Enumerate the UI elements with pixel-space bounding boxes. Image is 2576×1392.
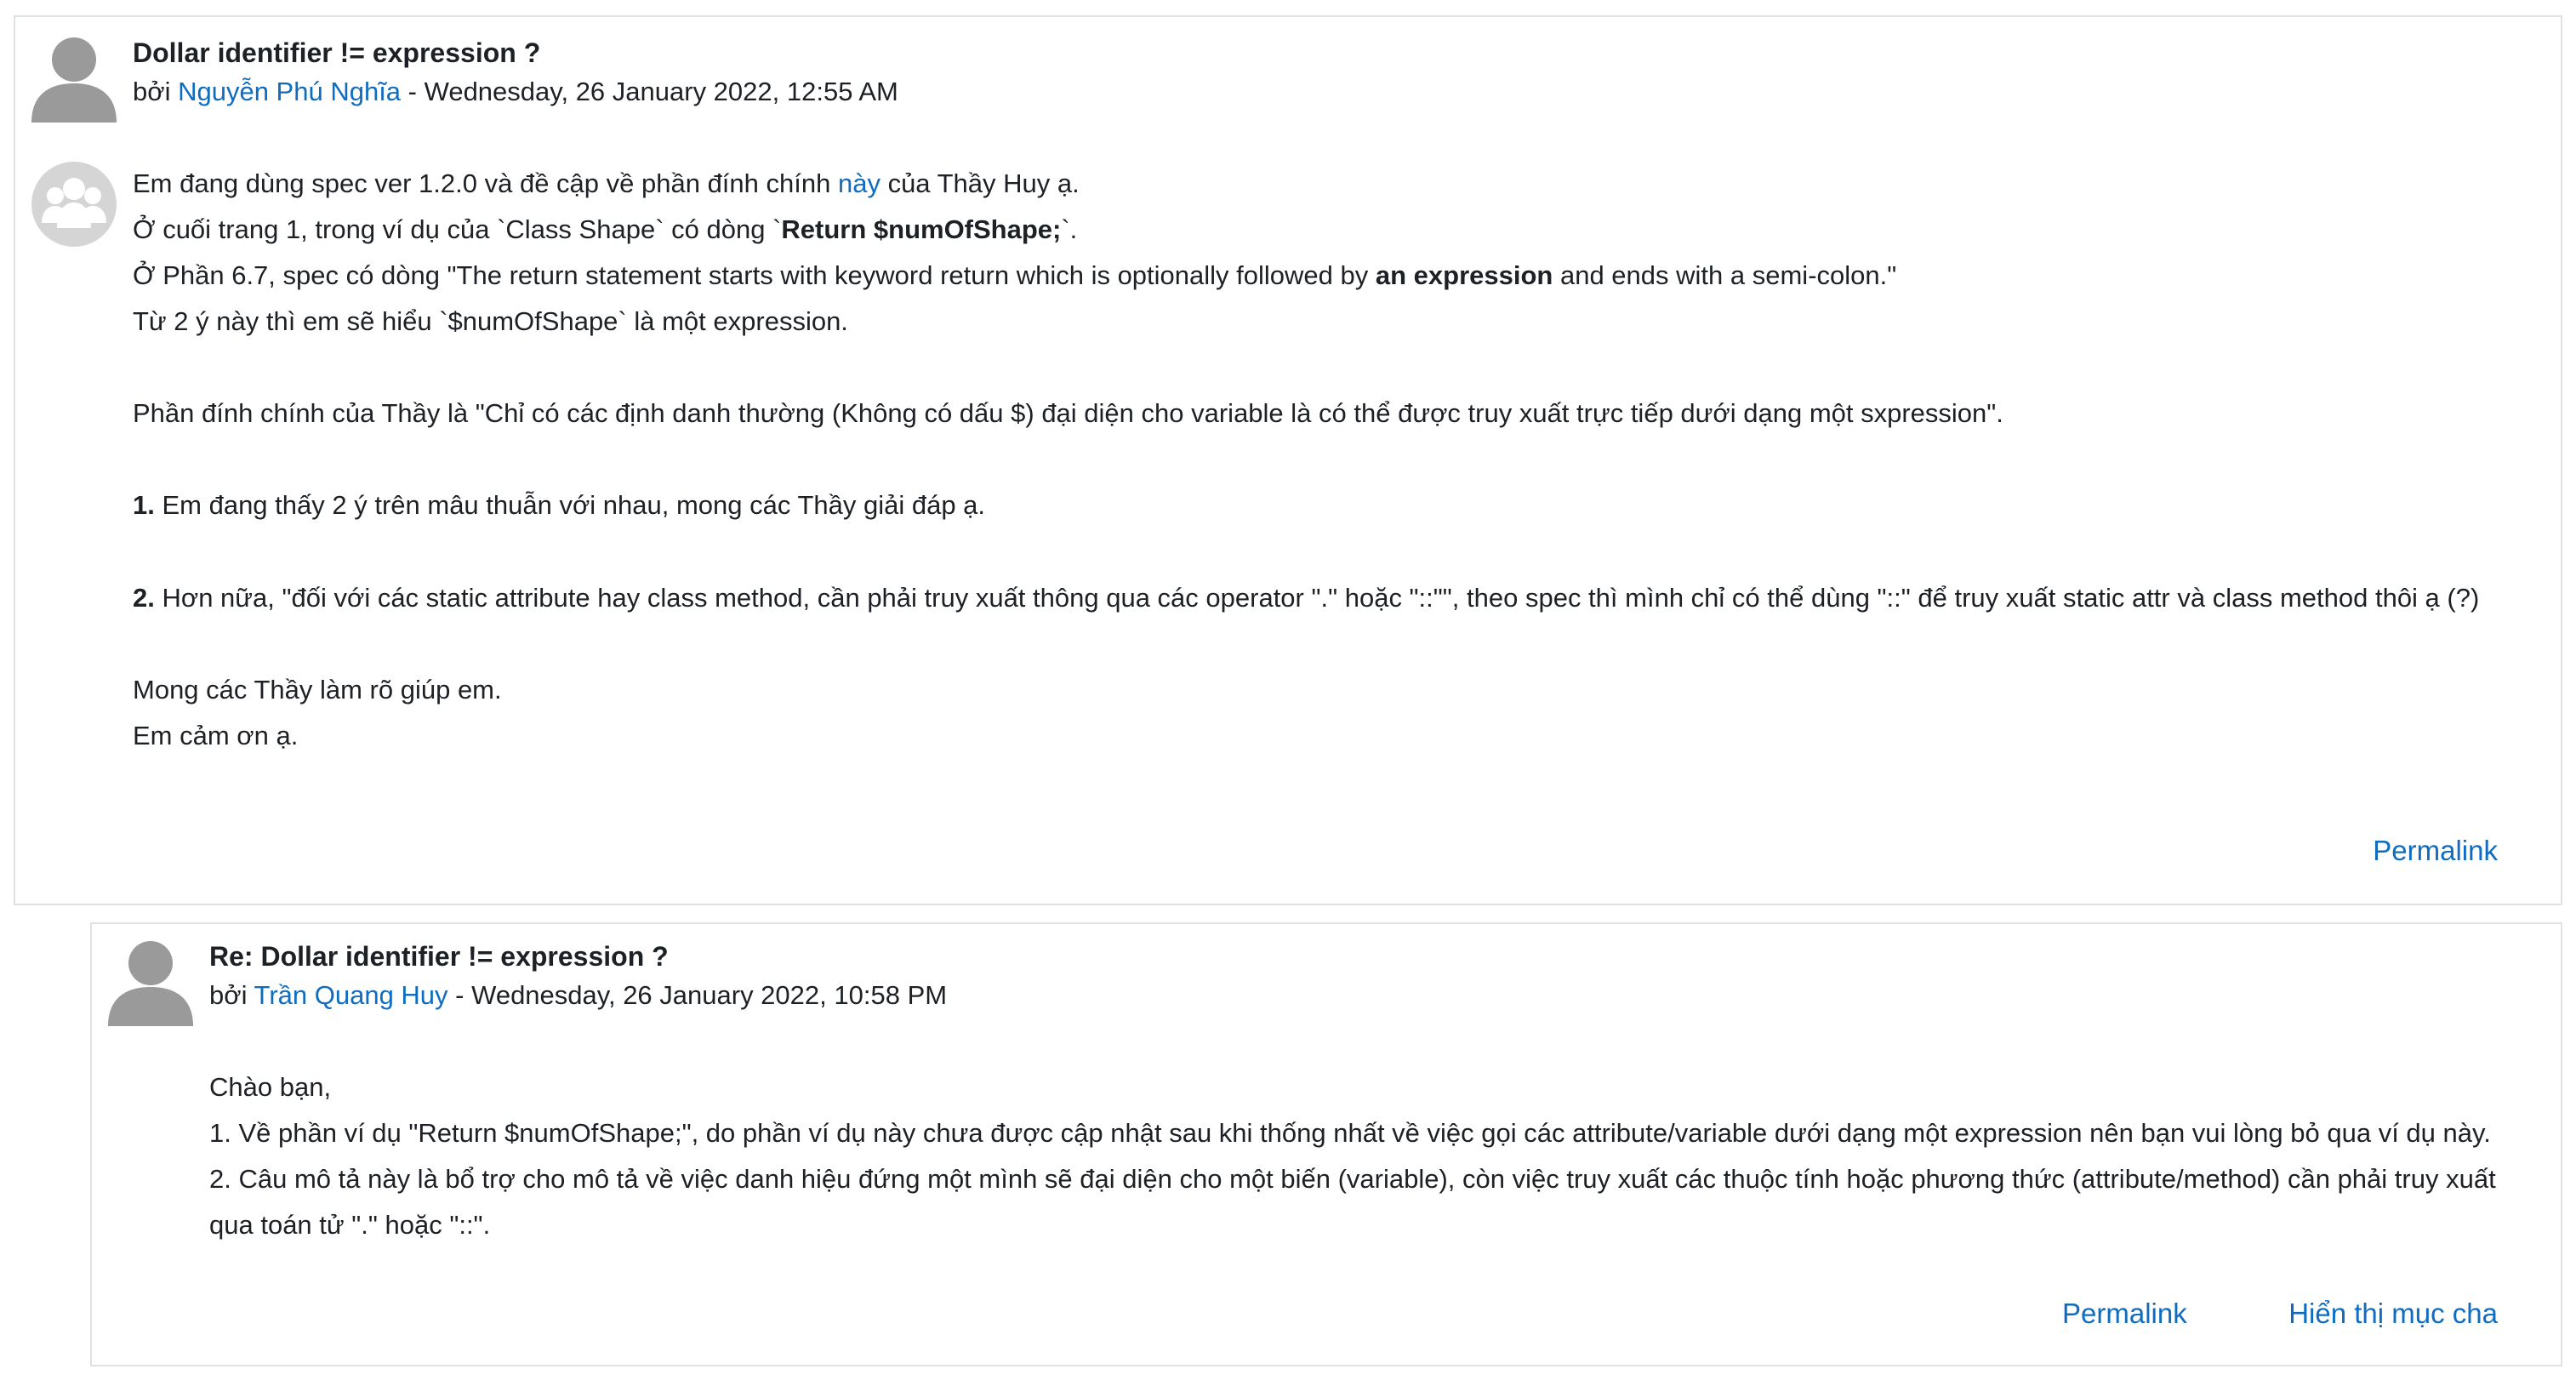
post-body-line: Em đang dùng spec ver 1.2.0 và đề cập về… <box>133 167 1080 201</box>
author-link[interactable]: Trần Quang Huy <box>254 980 448 1010</box>
post-date: Wednesday, 26 January 2022, 10:58 PM <box>471 980 948 1010</box>
post-body-line: Mong các Thầy làm rõ giúp em. <box>133 675 502 705</box>
post-body-line: Ở Phần 6.7, spec có dòng "The return sta… <box>133 259 1896 293</box>
group-avatar-icon <box>31 162 117 247</box>
post-body-line: 1. Em đang thấy 2 ý trên mâu thuẫn với n… <box>133 488 985 522</box>
forum-reply: Re: Dollar identifier != expression ? bở… <box>90 922 2562 1366</box>
list-number: 2. <box>133 583 155 613</box>
post-body-line: Từ 2 ý này thì em sẽ hiểu `$numOfShape` … <box>133 306 848 336</box>
post-body-line: 2. Hơn nữa, "đối với các static attribut… <box>133 581 2479 615</box>
permalink-link[interactable]: Permalink <box>2062 1297 2187 1331</box>
post-byline: bởi Nguyễn Phú Nghĩa - Wednesday, 26 Jan… <box>133 75 898 109</box>
author-link[interactable]: Nguyễn Phú Nghĩa <box>178 77 401 106</box>
by-prefix: bởi <box>133 77 171 106</box>
show-parent-link[interactable]: Hiển thị mục cha <box>2288 1297 2498 1331</box>
forum-post: Dollar identifier != expression ? bởi Ng… <box>14 15 2562 905</box>
user-avatar-icon[interactable] <box>30 34 118 123</box>
post-subject: Re: Dollar identifier != expression ? <box>209 941 669 972</box>
bold-text: Return $numOfShape; <box>781 214 1062 244</box>
post-body-line: 1. Về phần ví dụ "Return $numOfShape;", … <box>209 1118 2491 1148</box>
post-body-line: Em cảm ơn ạ. <box>133 721 299 750</box>
text: Hơn nữa, "đối với các static attribute h… <box>154 583 2480 613</box>
permalink-link[interactable]: Permalink <box>2373 834 2498 868</box>
text: Em đang dùng spec ver 1.2.0 và đề cập về… <box>133 168 838 198</box>
date-separator: - <box>447 980 472 1010</box>
post-body-line: 2. Câu mô tả này là bổ trợ cho mô tả về … <box>209 1164 2496 1194</box>
text: and ends with a semi-colon." <box>1553 260 1897 290</box>
bold-text: an expression <box>1375 260 1553 290</box>
post-body-line: Phần đính chính của Thầy là "Chỉ có các … <box>133 398 2003 428</box>
by-prefix: bởi <box>209 980 248 1010</box>
text: Ở Phần 6.7, spec có dòng "The return sta… <box>133 260 1376 290</box>
list-number: 1. <box>133 490 155 520</box>
post-body-line: Chào bạn, <box>209 1072 332 1102</box>
post-body-line: qua toán tử "." hoặc "::". <box>209 1210 491 1240</box>
date-separator: - <box>401 77 425 106</box>
post-subject: Dollar identifier != expression ? <box>133 37 541 68</box>
post-date: Wednesday, 26 January 2022, 12:55 AM <box>424 77 898 106</box>
user-avatar-icon[interactable] <box>106 938 195 1026</box>
text: Ở cuối trang 1, trong ví dụ của `Class S… <box>133 214 782 244</box>
text: Em đang thấy 2 ý trên mâu thuẫn với nhau… <box>154 490 986 520</box>
inline-link[interactable]: này <box>838 168 881 198</box>
text: của Thầy Huy ạ. <box>880 168 1080 198</box>
post-body-line: Ở cuối trang 1, trong ví dụ của `Class S… <box>133 213 1077 247</box>
post-byline: bởi Trần Quang Huy - Wednesday, 26 Janua… <box>209 978 947 1013</box>
text: `. <box>1061 214 1078 244</box>
